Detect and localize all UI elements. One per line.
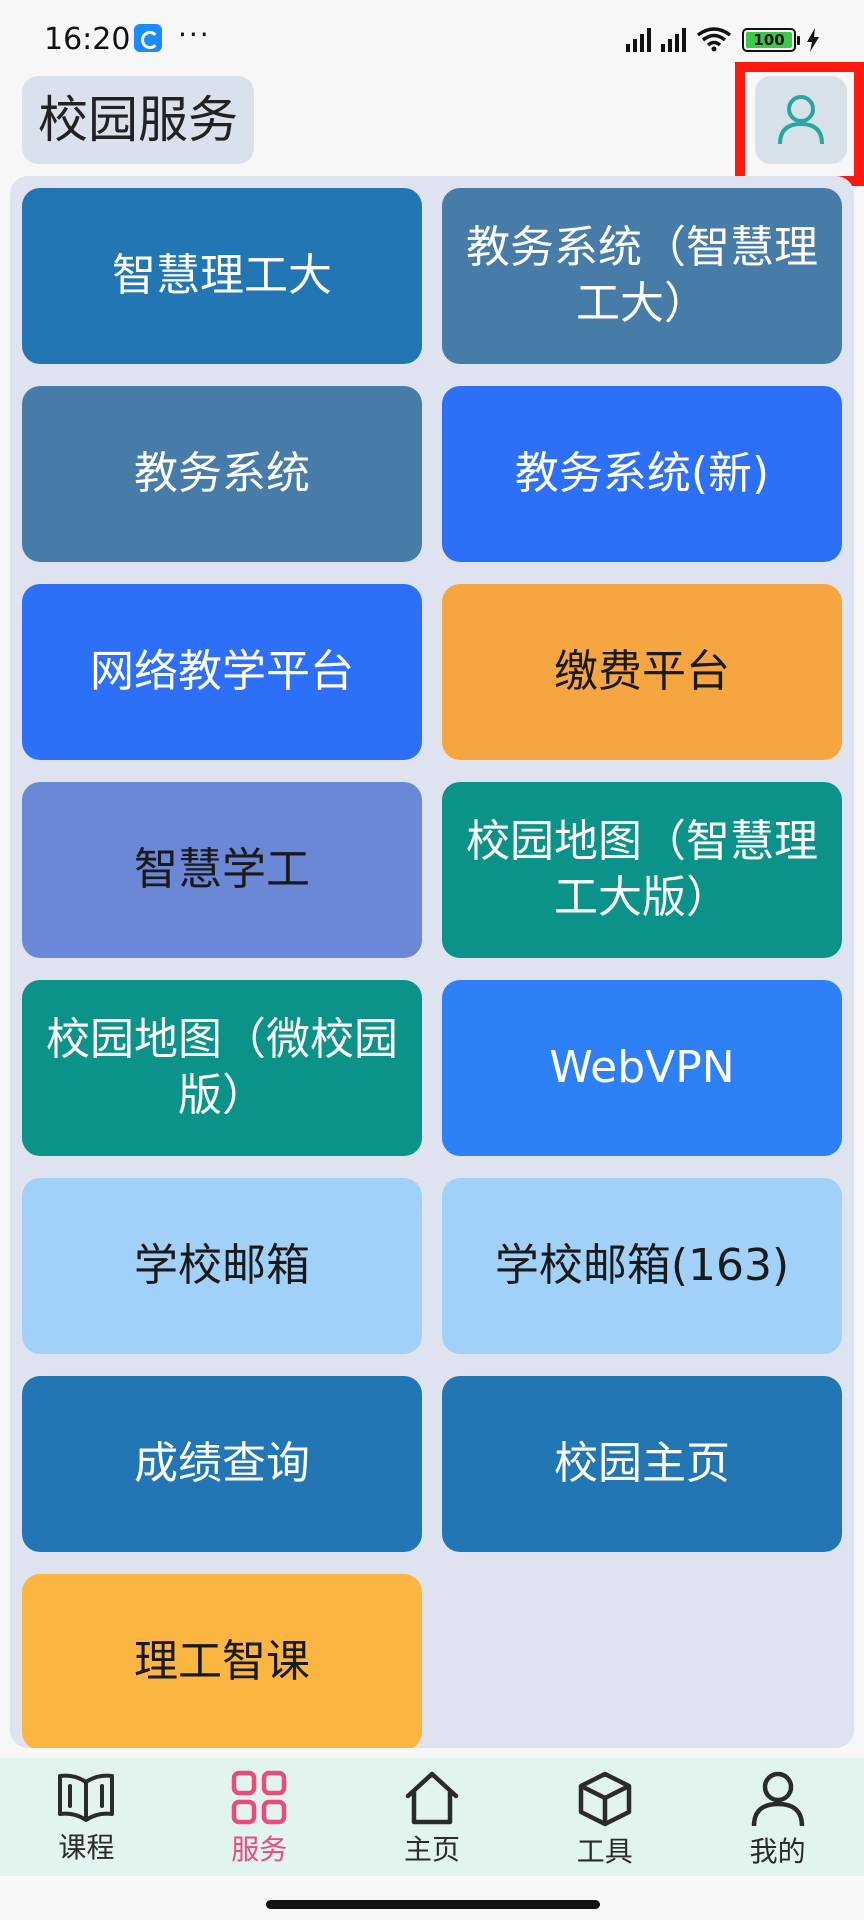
tile-label: 智慧理工大 bbox=[112, 250, 332, 301]
tile-label: 成绩查询 bbox=[134, 1438, 310, 1489]
book-icon bbox=[58, 1773, 115, 1822]
tile-label: 教务系统（智慧理工大） bbox=[466, 222, 818, 329]
nav-profile[interactable]: 我的 bbox=[691, 1758, 864, 1876]
tile-label: 校园地图（智慧理工大版） bbox=[466, 816, 818, 923]
services-grid: 智慧理工大 教务系统（智慧理工大） 教务系统 教务系统(新) 网络教学平台 缴费… bbox=[10, 176, 854, 1748]
tile-label: 教务系统(新) bbox=[514, 448, 770, 499]
tile-academic-system-smart[interactable]: 教务系统（智慧理工大） bbox=[442, 188, 842, 364]
person-icon bbox=[751, 1771, 804, 1827]
tile-label: 网络教学平台 bbox=[90, 646, 354, 697]
home-icon bbox=[405, 1771, 459, 1825]
tile-campus-map-smart[interactable]: 校园地图（智慧理工大版） bbox=[442, 782, 842, 958]
highlight-box bbox=[735, 62, 864, 186]
grid-icon bbox=[231, 1770, 287, 1825]
tile-label: 学校邮箱(163) bbox=[494, 1240, 790, 1291]
cube-icon bbox=[578, 1771, 632, 1827]
nav-label: 课程 bbox=[58, 1831, 115, 1864]
tile-payment-platform[interactable]: 缴费平台 bbox=[442, 584, 842, 760]
tile-label: 理工智课 bbox=[134, 1636, 310, 1687]
nav-home[interactable]: 主页 bbox=[346, 1758, 519, 1876]
tile-campus-homepage[interactable]: 校园主页 bbox=[442, 1376, 842, 1552]
battery-icon: 100 bbox=[742, 28, 800, 52]
nav-label: 主页 bbox=[403, 1833, 460, 1866]
tile-smart-campus[interactable]: 智慧理工大 bbox=[22, 188, 422, 364]
tile-academic-system-new[interactable]: 教务系统(新) bbox=[442, 386, 842, 562]
wifi-icon bbox=[696, 27, 732, 52]
home-indicator[interactable] bbox=[266, 1900, 600, 1909]
tile-campus-map-micro[interactable]: 校园地图（微校园版） bbox=[22, 980, 422, 1156]
bottom-navigation: 课程 服务 主页 工具 我的 bbox=[0, 1758, 864, 1876]
more-notifications-icon: ··· bbox=[178, 18, 211, 51]
page-title: 校园服务 bbox=[22, 76, 254, 164]
tile-smart-course[interactable]: 理工智课 bbox=[22, 1574, 422, 1748]
tile-school-email-163[interactable]: 学校邮箱(163) bbox=[442, 1178, 842, 1354]
tile-label: 校园地图（微校园版） bbox=[46, 1014, 398, 1121]
tile-smart-student-affairs[interactable]: 智慧学工 bbox=[22, 782, 422, 958]
cell-signal-icon bbox=[626, 26, 651, 52]
battery-level: 100 bbox=[746, 32, 792, 49]
tile-label: WebVPN bbox=[549, 1042, 735, 1093]
tile-online-teaching[interactable]: 网络教学平台 bbox=[22, 584, 422, 760]
tile-label: 缴费平台 bbox=[554, 646, 730, 697]
tile-label: 智慧学工 bbox=[134, 844, 310, 895]
tile-academic-system[interactable]: 教务系统 bbox=[22, 386, 422, 562]
tile-school-email[interactable]: 学校邮箱 bbox=[22, 1178, 422, 1354]
status-time: 16:20 bbox=[44, 22, 131, 57]
nav-tools[interactable]: 工具 bbox=[518, 1758, 691, 1876]
tile-label: 教务系统 bbox=[134, 448, 310, 499]
nav-label: 服务 bbox=[231, 1833, 288, 1866]
charging-bolt-icon bbox=[807, 28, 819, 52]
nav-services[interactable]: 服务 bbox=[173, 1758, 346, 1876]
nav-label: 工具 bbox=[576, 1835, 633, 1868]
tile-webvpn[interactable]: WebVPN bbox=[442, 980, 842, 1156]
cell-signal-icon bbox=[661, 26, 686, 52]
browser-app-icon bbox=[134, 24, 162, 52]
nav-courses[interactable]: 课程 bbox=[0, 1758, 173, 1876]
tile-label: 学校邮箱 bbox=[134, 1240, 310, 1291]
nav-label: 我的 bbox=[749, 1835, 806, 1868]
tile-grade-query[interactable]: 成绩查询 bbox=[22, 1376, 422, 1552]
tile-label: 校园主页 bbox=[554, 1438, 730, 1489]
